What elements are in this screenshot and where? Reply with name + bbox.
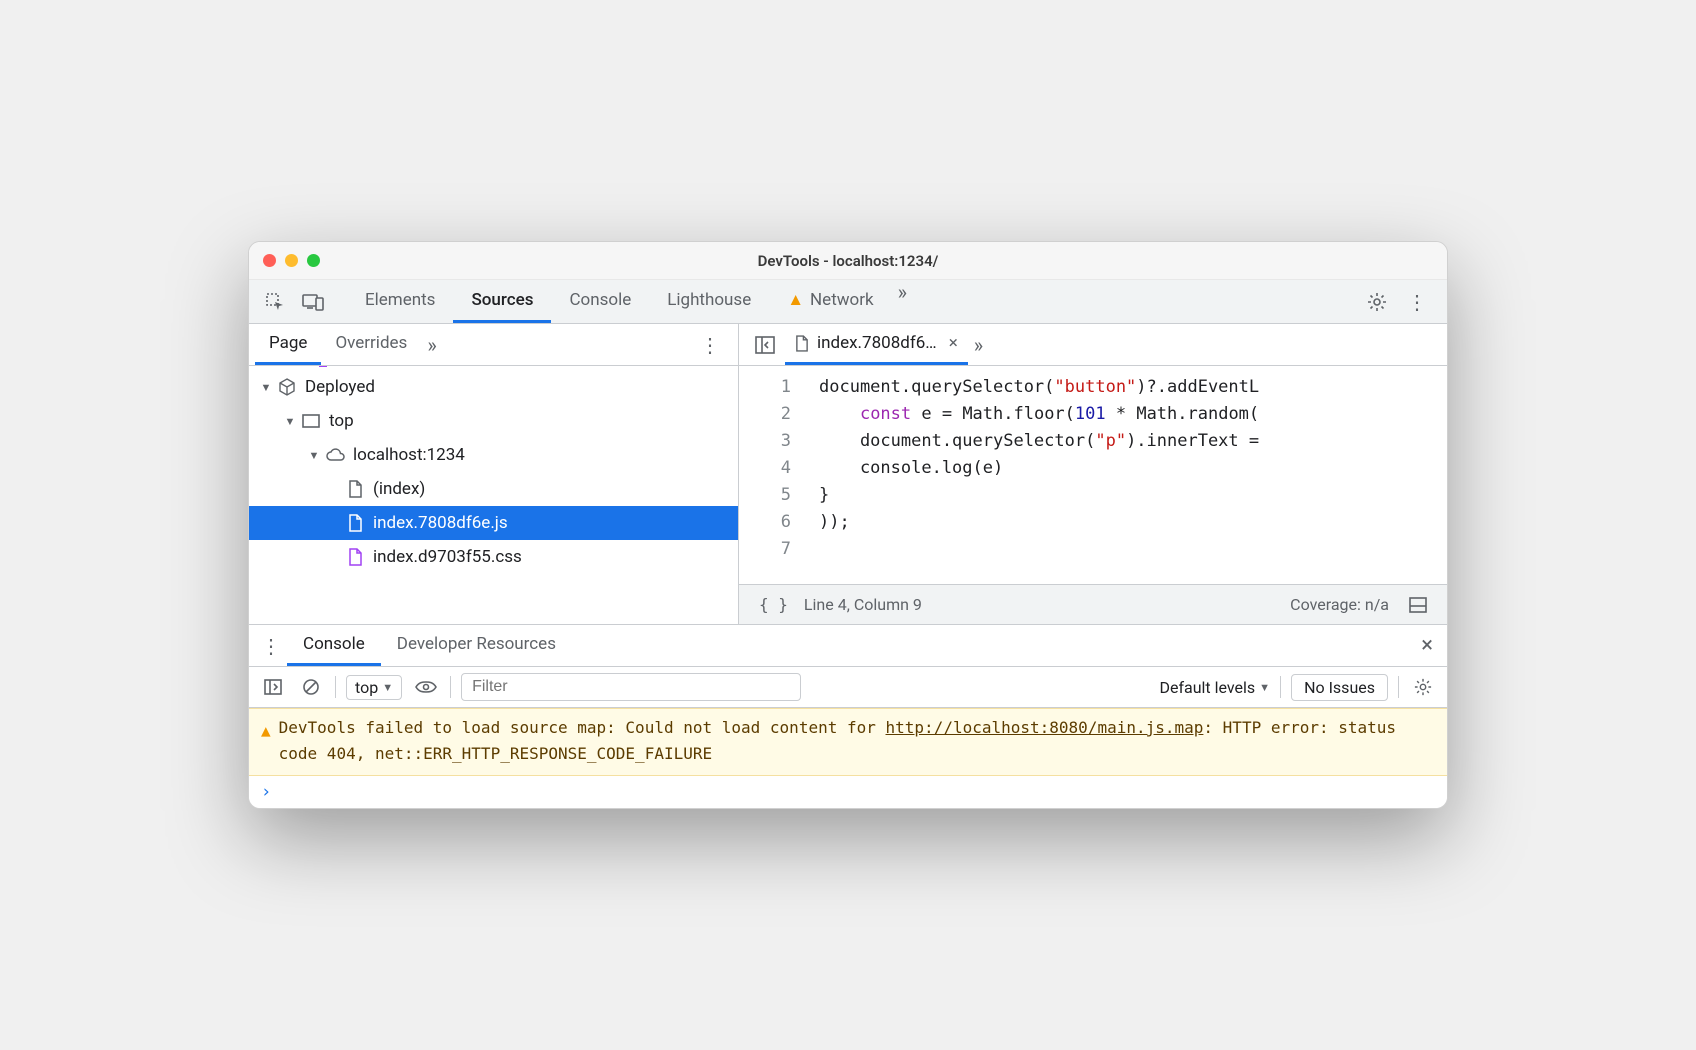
inspect-element-icon[interactable]	[261, 288, 289, 316]
more-navigator-tabs-icon[interactable]: »	[421, 324, 442, 365]
navigator-tabbar: Page Overrides » ⋮	[249, 324, 738, 366]
editor-panel: index.7808df6… × » 1234567 document.quer…	[739, 324, 1447, 624]
tree-origin[interactable]: ▼ localhost:1234	[249, 438, 738, 472]
tree-label: index.7808df6e.js	[373, 513, 508, 533]
log-levels-selector[interactable]: Default levels ▼	[1159, 678, 1270, 697]
tree-label: index.d9703f55.css	[373, 547, 522, 567]
tree-label: (index)	[373, 479, 425, 499]
clear-console-icon[interactable]	[297, 673, 325, 701]
tab-network[interactable]: ▲ Network	[769, 280, 891, 323]
console-toolbar: top ▼ Default levels ▼ No Issues	[249, 666, 1447, 708]
navigator-panel: Page Overrides » ⋮ ▼ Deployed ▼ top	[249, 324, 739, 624]
warning-text: DevTools failed to load source map: Coul…	[279, 715, 1435, 767]
context-label: top	[355, 678, 378, 697]
warning-url-link[interactable]: http://localhost:8080/main.js.map	[886, 718, 1204, 737]
drawer-tab-console[interactable]: Console	[287, 625, 381, 666]
settings-icon[interactable]	[1363, 288, 1391, 316]
drawer-menu-icon[interactable]: ⋮	[255, 625, 287, 666]
editor-file-tab[interactable]: index.7808df6… ×	[785, 324, 968, 365]
collapse-icon: ▼	[259, 381, 273, 394]
maximize-window-button[interactable]	[307, 254, 320, 267]
tab-lighthouse[interactable]: Lighthouse	[649, 280, 769, 323]
divider	[450, 676, 451, 698]
divider	[1398, 676, 1399, 698]
console-prompt[interactable]: ›	[249, 776, 1447, 808]
code-editor[interactable]: 1234567 document.querySelector("button")…	[739, 366, 1447, 584]
coverage-status: Coverage: n/a	[1290, 595, 1389, 614]
drawer-tabbar: ⋮ Console Developer Resources ×	[249, 624, 1447, 666]
chevron-down-icon: ▼	[382, 681, 393, 694]
main-tabs: Elements Sources Console Lighthouse ▲ Net…	[347, 280, 892, 323]
console-sidebar-toggle-icon[interactable]	[259, 673, 287, 701]
kebab-menu-icon[interactable]: ⋮	[1401, 290, 1433, 314]
show-details-icon[interactable]	[1401, 597, 1435, 613]
tab-console[interactable]: Console	[551, 280, 649, 323]
levels-label: Default levels	[1159, 678, 1255, 697]
editor-statusbar: { } Line 4, Column 9 Coverage: n/a	[739, 584, 1447, 624]
tree-label: localhost:1234	[353, 445, 465, 465]
minimize-window-button[interactable]	[285, 254, 298, 267]
main-tabbar: Elements Sources Console Lighthouse ▲ Net…	[249, 280, 1447, 324]
live-expression-icon[interactable]	[412, 673, 440, 701]
warning-icon: ▲	[787, 290, 804, 310]
editor-tabbar: index.7808df6… × »	[739, 324, 1447, 366]
frame-icon	[301, 414, 321, 428]
titlebar: DevTools - localhost:1234/	[249, 242, 1447, 280]
document-icon	[795, 335, 809, 352]
marker	[319, 366, 327, 367]
console-body: ▲ DevTools failed to load source map: Co…	[249, 708, 1447, 808]
warning-icon: ▲	[261, 718, 271, 767]
console-settings-icon[interactable]	[1409, 673, 1437, 701]
document-icon	[345, 548, 365, 566]
tab-sources[interactable]: Sources	[453, 280, 551, 323]
divider	[1280, 676, 1281, 698]
tree-file-js[interactable]: index.7808df6e.js	[249, 506, 738, 540]
collapse-icon: ▼	[307, 449, 321, 462]
device-toolbar-icon[interactable]	[299, 288, 327, 316]
console-warning-message[interactable]: ▲ DevTools failed to load source map: Co…	[249, 708, 1447, 776]
more-tabs-icon[interactable]: »	[892, 280, 913, 323]
tree-file-index[interactable]: (index)	[249, 472, 738, 506]
cursor-position: Line 4, Column 9	[804, 595, 922, 614]
tree-group-deployed[interactable]: ▼ Deployed	[249, 370, 738, 404]
document-icon	[345, 514, 365, 532]
tree-file-css[interactable]: index.d9703f55.css	[249, 540, 738, 574]
pretty-print-icon[interactable]: { }	[751, 595, 796, 614]
tree-label: Deployed	[305, 377, 375, 397]
document-icon	[345, 480, 365, 498]
close-tab-icon[interactable]: ×	[949, 333, 958, 353]
issues-button[interactable]: No Issues	[1291, 674, 1388, 701]
sources-content: Page Overrides » ⋮ ▼ Deployed ▼ top	[249, 324, 1447, 624]
filter-input[interactable]	[461, 673, 801, 701]
collapse-icon: ▼	[283, 415, 297, 428]
tree-label: top	[329, 411, 354, 431]
navigator-menu-icon[interactable]: ⋮	[694, 333, 726, 357]
toggle-navigator-icon[interactable]	[745, 324, 785, 365]
devtools-window: DevTools - localhost:1234/ Elements Sour…	[248, 241, 1448, 809]
cube-icon	[277, 378, 297, 396]
navigator-tab-page[interactable]: Page	[255, 324, 321, 365]
close-window-button[interactable]	[263, 254, 276, 267]
file-tab-label: index.7808df6…	[817, 333, 937, 353]
file-tree: ▼ Deployed ▼ top ▼ localhost:1234 (index…	[249, 366, 738, 624]
line-gutter: 1234567	[739, 366, 809, 584]
cloud-icon	[325, 448, 345, 462]
tree-frame-top[interactable]: ▼ top	[249, 404, 738, 438]
traffic-lights	[263, 254, 320, 267]
close-drawer-icon[interactable]: ×	[1421, 633, 1433, 658]
divider	[335, 676, 336, 698]
navigator-tab-overrides[interactable]: Overrides	[321, 324, 421, 365]
drawer-tab-devresources[interactable]: Developer Resources	[381, 625, 572, 666]
code-area[interactable]: document.querySelector("button")?.addEve…	[809, 366, 1447, 584]
tab-network-label: Network	[810, 290, 874, 310]
tab-elements[interactable]: Elements	[347, 280, 453, 323]
warning-prefix: DevTools failed to load source map: Coul…	[279, 718, 886, 737]
chevron-down-icon: ▼	[1259, 681, 1270, 694]
context-selector[interactable]: top ▼	[346, 675, 402, 700]
more-file-tabs-icon[interactable]: »	[968, 324, 989, 365]
window-title: DevTools - localhost:1234/	[249, 252, 1447, 270]
